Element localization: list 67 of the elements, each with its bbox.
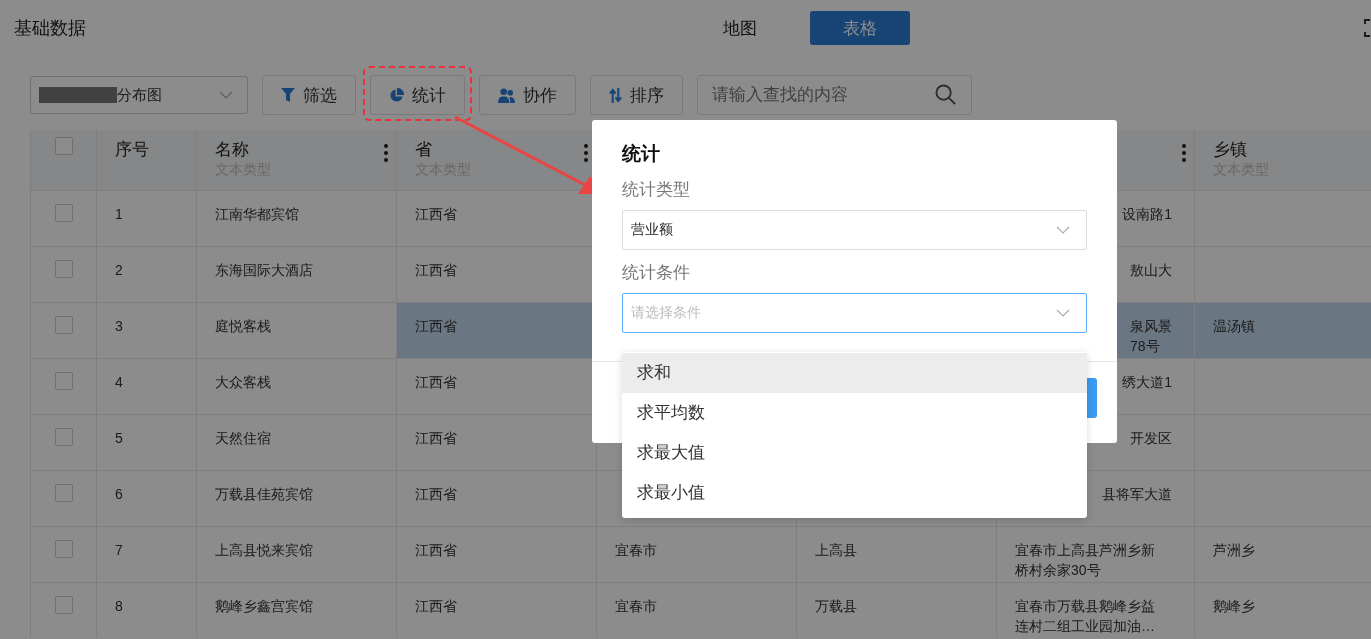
column-header: 省 — [415, 139, 433, 161]
table-cell: 宜春市万载县鹅峰乡益连村二组工业园加油… — [996, 583, 1194, 638]
table-cell: 4 — [96, 359, 196, 414]
table-cell: 万载县佳苑宾馆 — [196, 471, 396, 526]
table-cell: 2 — [96, 247, 196, 302]
table-cell: 宜春市 — [596, 583, 796, 638]
select-field[interactable]: 营业额 — [622, 210, 1087, 250]
fullscreen-icon[interactable] — [1363, 19, 1371, 37]
column-header: 序号 — [115, 139, 149, 161]
team-button[interactable]: 协作 — [479, 75, 576, 115]
sort-icon — [609, 87, 622, 103]
table-cell: 鹅峰乡 — [1194, 583, 1371, 638]
view-tab[interactable]: 表格 — [810, 11, 910, 45]
row-checkbox[interactable] — [54, 540, 73, 558]
field-label: 统计条件 — [622, 262, 691, 284]
table-cell: 天然住宿 — [196, 415, 396, 470]
select-value: 分布图 — [117, 85, 162, 105]
row-checkbox[interactable] — [54, 204, 73, 222]
row-checkbox[interactable] — [54, 428, 73, 446]
search-icon[interactable] — [935, 84, 956, 105]
row-checkbox[interactable] — [54, 596, 73, 614]
column-header: 名称 — [215, 139, 250, 161]
table-cell: 3 — [96, 303, 196, 358]
users-icon — [498, 87, 515, 103]
stats-button[interactable]: 统计 — [370, 75, 465, 115]
table-cell: 宜春市上高县芦洲乡新桥村余家30号 — [996, 527, 1194, 582]
table-cell: 芦洲乡 — [1194, 527, 1371, 582]
field-label: 统计类型 — [622, 179, 691, 201]
more-icon[interactable] — [1182, 144, 1186, 162]
more-icon[interactable] — [384, 144, 388, 162]
table-cell: 大众客栈 — [196, 359, 396, 414]
dialog-title: 统计 — [622, 142, 661, 166]
layer-select[interactable]: 分布图 — [30, 76, 248, 114]
table-cell: 温汤镇 — [1194, 303, 1371, 358]
column-header: 乡镇 — [1213, 139, 1248, 161]
table-cell: 江西省 — [396, 583, 596, 638]
filter-button[interactable]: 筛选 — [262, 75, 356, 115]
view-tab[interactable]: 地图 — [710, 11, 770, 45]
table-cell: 5 — [96, 415, 196, 470]
search-field[interactable]: 请输入查找的内容 — [697, 75, 972, 115]
table-cell: 1 — [96, 191, 196, 246]
table-cell: 东海国际大酒店 — [196, 247, 396, 302]
row-checkbox[interactable] — [54, 260, 73, 278]
chevron-down-icon — [1056, 226, 1070, 234]
chevron-down-icon — [1056, 309, 1070, 317]
table-cell: 8 — [96, 583, 196, 638]
pie-chart-icon — [389, 87, 404, 103]
more-icon[interactable] — [584, 144, 588, 162]
table-cell: 江南华都宾馆 — [196, 191, 396, 246]
sort-button[interactable]: 排序 — [590, 75, 683, 115]
table-cell: 万载县 — [796, 583, 996, 638]
table-cell: 7 — [96, 527, 196, 582]
dropdown-option[interactable]: 求和 — [622, 353, 1087, 393]
row-checkbox[interactable] — [54, 484, 73, 502]
filter-icon — [281, 88, 295, 102]
table-cell: 6 — [96, 471, 196, 526]
select-all-checkbox[interactable] — [54, 137, 73, 155]
table-cell: 上高县悦来宾馆 — [196, 527, 396, 582]
page-title: 基础数据 — [14, 17, 86, 40]
row-checkbox[interactable] — [54, 372, 73, 390]
table-cell: 江西省 — [396, 527, 596, 582]
table-cell: 鹅峰乡鑫宫宾馆 — [196, 583, 396, 638]
table-cell: 江西省 — [396, 471, 596, 526]
table-cell: 上高县 — [796, 527, 996, 582]
row-checkbox[interactable] — [54, 316, 73, 334]
chevron-down-icon — [219, 91, 233, 99]
table-cell: 宜春市 — [596, 527, 796, 582]
